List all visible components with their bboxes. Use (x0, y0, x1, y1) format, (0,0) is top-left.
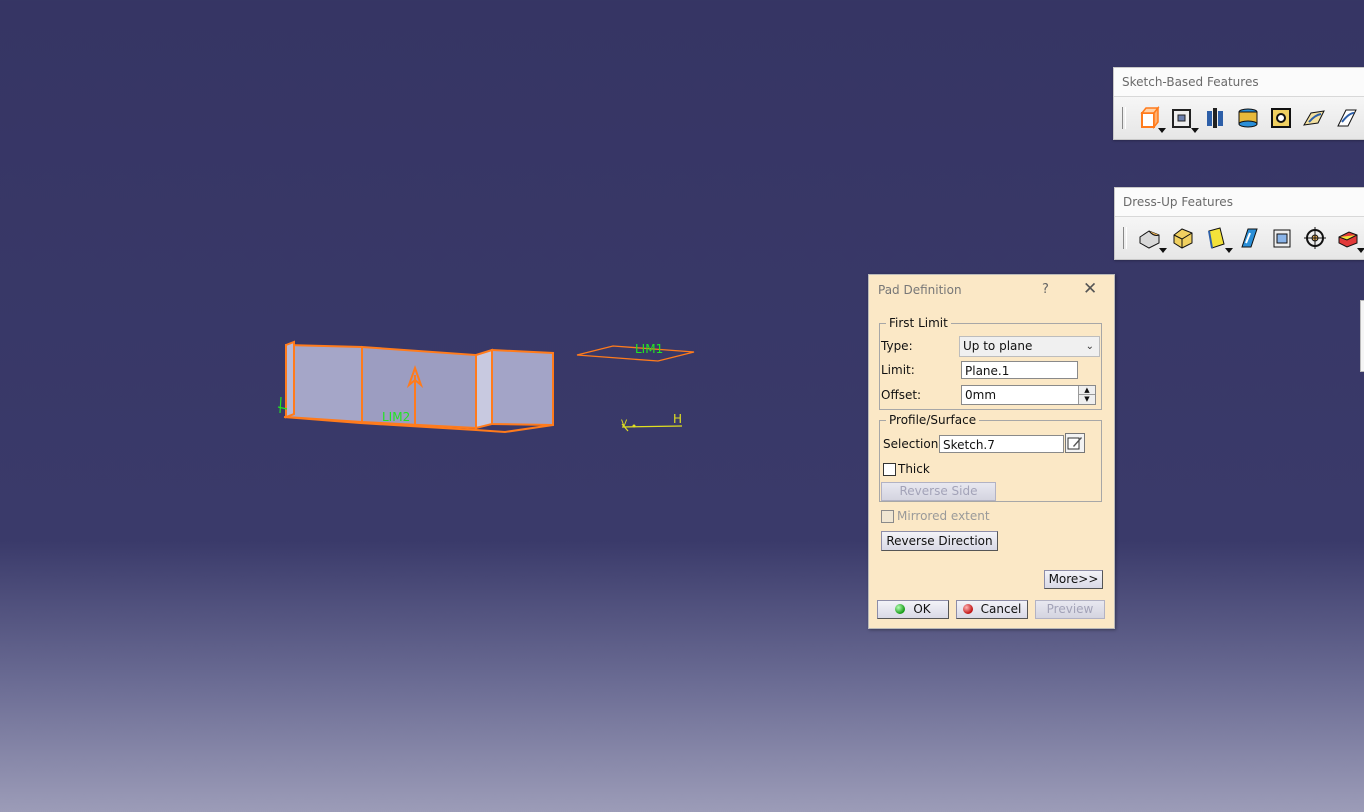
groove-icon[interactable] (1233, 103, 1263, 133)
toolbar-title[interactable]: Sketch-Based Features (1114, 68, 1364, 96)
pad-definition-dialog: Pad Definition ? ✕ First Limit Type: Up … (868, 274, 1115, 629)
edge-fillet-icon[interactable] (1135, 223, 1167, 253)
reverse-direction-button[interactable]: Reverse Direction (881, 531, 998, 551)
pad-face-right[interactable] (491, 348, 554, 427)
pad-face-left[interactable] (285, 343, 363, 424)
draft-icon[interactable] (1201, 223, 1233, 253)
offset-value: 0mm (965, 388, 997, 402)
thick-label: Thick (898, 462, 930, 476)
label-lim1: LIM1 (635, 342, 664, 356)
offset-spinner[interactable]: ▲ ▼ (1078, 386, 1095, 404)
cancel-icon (962, 604, 973, 614)
toolbar-title[interactable]: Dress-Up Features (1115, 188, 1364, 216)
pad-face-leftcap[interactable] (285, 340, 295, 419)
selection-label: Selection: (883, 437, 943, 451)
right-edge-tab[interactable] (1360, 300, 1364, 372)
ok-button[interactable]: OK (877, 600, 949, 619)
pad-face-side[interactable] (475, 348, 493, 430)
pad-face-middle[interactable] (361, 345, 477, 430)
preview-button[interactable]: Preview (1035, 600, 1105, 619)
help-icon[interactable]: ? (1042, 282, 1049, 297)
first-limit-legend: First Limit (889, 316, 948, 330)
shell-icon[interactable] (1234, 223, 1264, 253)
mirrored-extent-checkbox[interactable] (881, 510, 894, 523)
mirrored-extent-label: Mirrored extent (897, 509, 990, 523)
selection-field[interactable]: Sketch.7 (939, 435, 1064, 453)
cancel-label: Cancel (980, 602, 1022, 616)
chamfer-icon[interactable] (1168, 223, 1198, 253)
more-button[interactable]: More>> (1044, 570, 1103, 589)
chevron-down-icon: ⌄ (1085, 341, 1094, 352)
toolbar-grip[interactable] (1122, 107, 1126, 129)
offset-field[interactable]: 0mm ▲ ▼ (961, 385, 1096, 405)
type-select[interactable]: Up to plane ⌄ (959, 336, 1100, 357)
hole-icon[interactable] (1266, 103, 1296, 133)
remove-face-icon[interactable] (1333, 223, 1364, 253)
limit-label: Limit: (881, 363, 915, 377)
close-icon[interactable]: ✕ (1083, 279, 1097, 299)
label-lim2: LIM2 (382, 410, 411, 424)
rib-icon[interactable] (1299, 103, 1329, 133)
toolbar-grip[interactable] (1123, 227, 1127, 249)
ok-label: OK (913, 602, 931, 616)
shaft-icon[interactable] (1200, 103, 1230, 133)
label-axis-h: H (673, 412, 683, 426)
pad-icon[interactable] (1134, 103, 1166, 133)
type-label: Type: (881, 339, 913, 353)
label-axis-v: V (621, 419, 628, 429)
sketch-h-axis (621, 425, 683, 428)
dialog-title-bar[interactable]: Pad Definition ? ✕ (869, 275, 1114, 305)
thick-checkbox[interactable] (883, 463, 896, 476)
ok-icon (895, 604, 906, 614)
sketch-based-features-toolbar: Sketch-Based Features (1113, 67, 1364, 140)
offset-label: Offset: (881, 388, 922, 402)
sketcher-icon[interactable] (1065, 433, 1085, 453)
reverse-side-button[interactable]: Reverse Side (881, 482, 996, 501)
thickness-icon[interactable] (1267, 223, 1297, 253)
thread-icon[interactable] (1300, 223, 1330, 253)
profile-surface-legend: Profile/Surface (889, 413, 977, 427)
dress-up-features-toolbar: Dress-Up Features (1114, 187, 1364, 260)
pocket-icon[interactable] (1167, 103, 1199, 133)
limit-field[interactable]: Plane.1 (961, 361, 1078, 379)
slot-icon[interactable] (1332, 103, 1362, 133)
cancel-button[interactable]: Cancel (956, 600, 1028, 619)
type-select-value: Up to plane (963, 339, 1033, 353)
dialog-title: Pad Definition (878, 283, 962, 297)
